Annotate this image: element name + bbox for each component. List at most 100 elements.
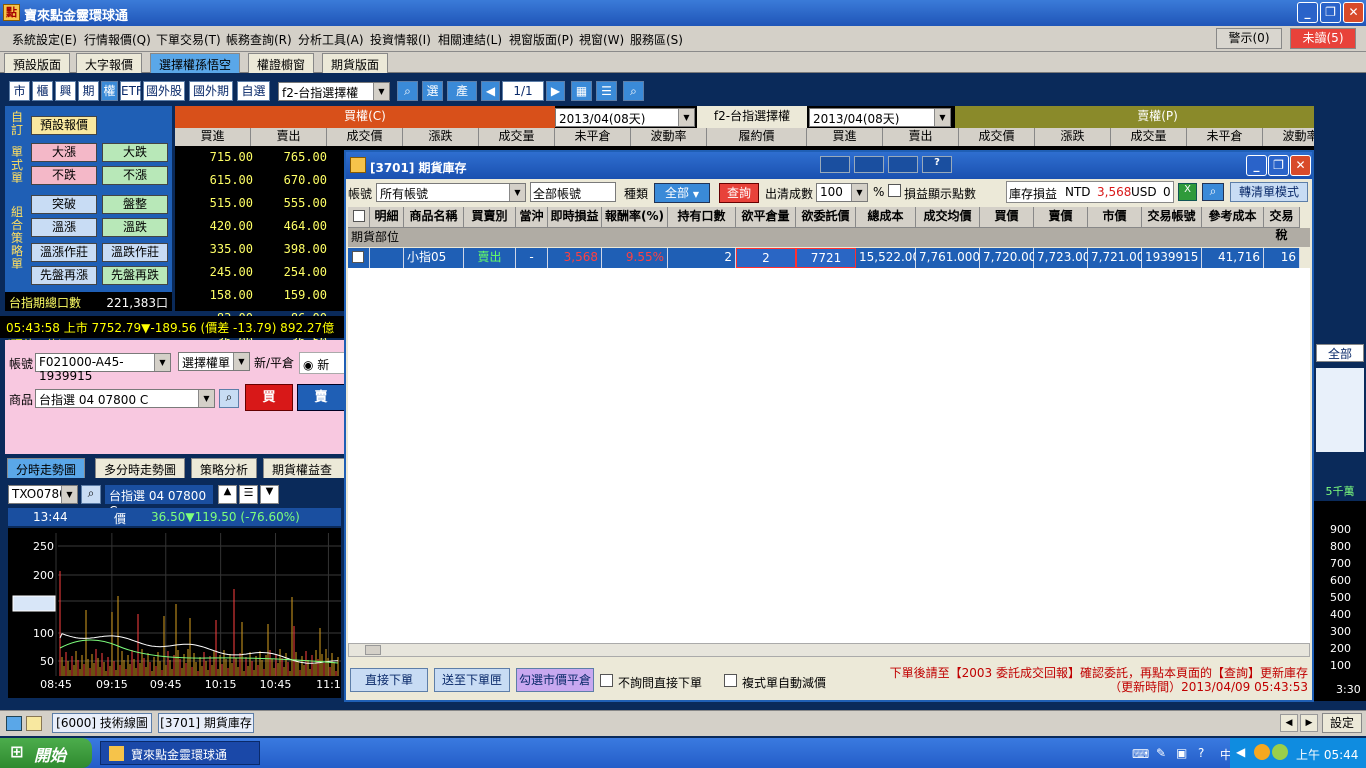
query-button[interactable]: 查詢 xyxy=(719,183,759,203)
sell-button[interactable]: 賣 xyxy=(297,384,345,411)
quote-bid[interactable]: 420.00 xyxy=(183,219,253,233)
next-page-icon[interactable]: ▶ xyxy=(546,81,565,101)
next-icon[interactable]: ▶ xyxy=(1300,714,1318,732)
chevron-up-icon[interactable]: ▲ xyxy=(218,485,237,504)
col-header[interactable]: 交易稅 xyxy=(1264,207,1300,242)
tab-default[interactable]: 預設版面 xyxy=(4,53,71,73)
order-type-select[interactable]: 選擇權單 ▼ xyxy=(178,352,250,371)
help-icon[interactable]: ? xyxy=(922,156,952,173)
menu-order[interactable]: 下單交易(T) xyxy=(156,31,221,48)
alert-button[interactable]: 警示(0) xyxy=(1216,28,1282,49)
unread-button[interactable]: 未讀(5) xyxy=(1290,28,1356,49)
menu-quote[interactable]: 行情報價(Q) xyxy=(84,31,151,48)
strategy-breakout-button[interactable]: 突破 xyxy=(31,195,97,214)
search-icon[interactable]: ⌕ xyxy=(397,81,418,101)
col-header[interactable]: 市價 xyxy=(1088,207,1142,228)
search-icon[interactable]: ⌕ xyxy=(219,389,239,408)
qty-select[interactable]: 100 ▼ xyxy=(816,183,868,202)
order-product-select[interactable]: 台指選 04 07800 C ▼ xyxy=(35,389,215,408)
col-header[interactable]: 交易帳號 xyxy=(1142,207,1202,228)
quote-ask[interactable]: 555.00 xyxy=(257,196,327,210)
market-emerging-button[interactable]: 興 xyxy=(55,81,76,101)
all-button[interactable]: 全部 xyxy=(1316,344,1364,362)
quote-bid[interactable]: 515.00 xyxy=(183,196,253,210)
tab-option-wukong[interactable]: 選擇權孫悟空 xyxy=(150,53,241,73)
back-icon[interactable]: ◀ xyxy=(1236,745,1245,759)
task-futures-inventory[interactable]: [3701] 期貨庫存 xyxy=(158,713,254,733)
resize-icon[interactable] xyxy=(854,156,884,173)
menu-links[interactable]: 相關連結(L) xyxy=(438,31,502,48)
strategy-mild-rise-button[interactable]: 溫漲 xyxy=(31,218,97,237)
menu-layout[interactable]: 視窗版面(P) xyxy=(509,31,574,48)
tool-icon[interactable]: ✎ xyxy=(1156,746,1166,760)
chevron-down-icon[interactable]: ▼ xyxy=(260,485,279,504)
quote-bid[interactable]: 715.00 xyxy=(183,150,253,164)
strategy-big-rise-button[interactable]: 大漲 xyxy=(31,143,97,162)
col-header[interactable]: 總成本 xyxy=(856,207,916,228)
layout-icon[interactable] xyxy=(820,156,850,173)
chart-code-select[interactable]: TXO07800 ▼ xyxy=(8,485,78,504)
menu-system[interactable]: 系統設定(E) xyxy=(12,31,77,48)
send-to-order-box-button[interactable]: 送至下單匣 xyxy=(434,668,510,692)
menu-account[interactable]: 帳務查詢(R) xyxy=(226,31,292,48)
strategy-mild-rise-dealer-button[interactable]: 溫漲作莊 xyxy=(31,243,97,262)
minimize-button[interactable]: _ xyxy=(1297,2,1318,23)
col-header[interactable]: 欲平倉量 xyxy=(736,207,796,228)
no-ask-checkbox[interactable] xyxy=(600,674,613,687)
start-button[interactable]: ⊞ 開始 xyxy=(0,738,92,768)
col-header[interactable]: 當沖 xyxy=(516,207,548,228)
col-header[interactable]: 報酬率(%) xyxy=(602,207,668,228)
dialog-maximize-button[interactable]: ❐ xyxy=(1268,155,1289,176)
col-header[interactable]: 賣價 xyxy=(1034,207,1088,228)
menu-analysis[interactable]: 分析工具(A) xyxy=(298,31,364,48)
market-close-button[interactable]: 勾選市價平倉 xyxy=(516,668,594,692)
tab-bigquote[interactable]: 大字報價 xyxy=(76,53,143,73)
quote-ask[interactable]: 254.00 xyxy=(257,265,327,279)
folder-icon[interactable] xyxy=(26,716,42,731)
market-listed-button[interactable]: 市 xyxy=(9,81,30,101)
search-icon[interactable]: ⌕ xyxy=(81,485,101,504)
market-options-button[interactable]: 權 xyxy=(101,81,118,101)
market-etf-button[interactable]: ETF xyxy=(120,81,143,101)
zoom-icon[interactable]: ⌕ xyxy=(623,81,644,101)
chat-icon[interactable]: ▣ xyxy=(1176,746,1187,760)
product-menu-button[interactable]: 產 xyxy=(447,81,477,101)
prev-icon[interactable]: ◀ xyxy=(1280,714,1298,732)
strategy-big-fall-button[interactable]: 大跌 xyxy=(102,143,168,162)
taskbar-app-item[interactable]: 寶來點金靈環球通 xyxy=(100,741,260,765)
quote-ask[interactable]: 765.00 xyxy=(257,150,327,164)
menu-service[interactable]: 服務區(S) xyxy=(630,31,683,48)
default-quote-button[interactable]: 預設報價 xyxy=(31,116,97,135)
quote-bid[interactable]: 615.00 xyxy=(183,173,253,187)
keyboard-icon[interactable]: ⌨ xyxy=(1132,747,1149,761)
quote-bid[interactable]: 158.00 xyxy=(183,288,253,302)
strategy-consolidate-button[interactable]: 盤整 xyxy=(102,195,168,214)
put-month-select[interactable]: 2013/04(08天) ▼ xyxy=(809,108,951,127)
quote-ask[interactable]: 670.00 xyxy=(257,173,327,187)
col-header[interactable]: 明細 xyxy=(370,207,404,228)
prev-page-icon[interactable]: ◀ xyxy=(481,81,500,101)
market-otc-button[interactable]: 櫃 xyxy=(32,81,53,101)
cell-price[interactable]: 7721 xyxy=(796,248,856,268)
col-header[interactable]: 成交均價 xyxy=(916,207,980,228)
col-header[interactable]: 買賣別 xyxy=(464,207,516,228)
strategy-mild-fall-button[interactable]: 溫跌 xyxy=(102,218,168,237)
network-icon[interactable] xyxy=(1272,744,1288,760)
quote-ask[interactable]: 464.00 xyxy=(257,219,327,233)
chart-icon[interactable]: ▦ xyxy=(571,81,592,101)
menu-window[interactable]: 視窗(W) xyxy=(579,31,624,48)
col-header[interactable]: 持有口數 xyxy=(668,207,736,228)
scroll-thumb[interactable] xyxy=(365,645,381,655)
show-points-checkbox[interactable] xyxy=(888,184,901,197)
col-header[interactable]: 買價 xyxy=(980,207,1034,228)
list-icon[interactable]: ☰ xyxy=(239,485,258,504)
horizontal-scrollbar[interactable] xyxy=(348,643,1310,657)
strategy-no-rise-button[interactable]: 不漲 xyxy=(102,166,168,185)
settings-button[interactable]: 設定 xyxy=(1322,713,1362,733)
help-icon[interactable]: ? xyxy=(1198,746,1204,760)
col-header[interactable]: 欲委託價 xyxy=(796,207,856,228)
row-checkbox[interactable] xyxy=(348,248,370,268)
select-all-checkbox[interactable] xyxy=(348,207,370,228)
tab-strategy[interactable]: 策略分析 xyxy=(191,458,258,478)
window-icon[interactable] xyxy=(6,716,22,731)
